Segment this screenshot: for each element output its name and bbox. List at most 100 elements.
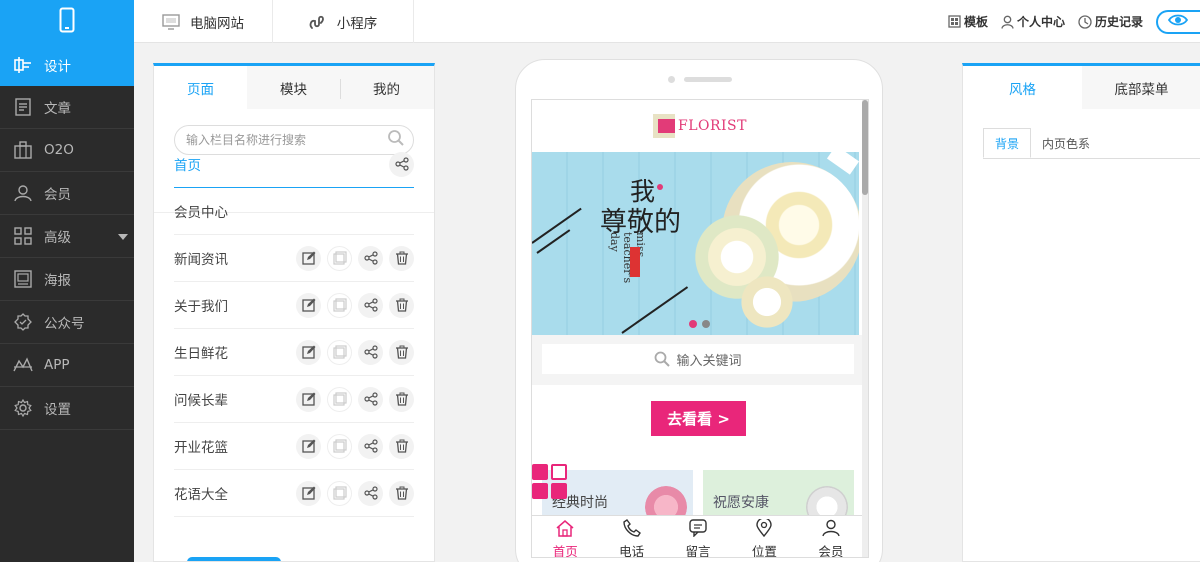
page-list-item[interactable]: 关于我们 [174, 282, 414, 329]
module-grid-icon[interactable] [532, 464, 568, 500]
phone-scrollbar[interactable] [862, 100, 868, 557]
banner-dot [657, 184, 663, 190]
sidebar-item-o2o[interactable]: O2O [0, 129, 134, 172]
copy-icon[interactable] [327, 480, 352, 506]
sidebar-item-advanced[interactable]: 高级 [0, 215, 134, 258]
tab-pages[interactable]: 页面 [154, 66, 247, 109]
slider-dot[interactable] [689, 320, 697, 328]
edit-icon[interactable] [296, 480, 321, 506]
copy-icon[interactable] [327, 292, 352, 318]
message-icon [689, 519, 707, 541]
subtab-inner-color[interactable]: 内页色系 [1031, 128, 1101, 158]
sidebar-item-settings[interactable]: 设置 [0, 387, 134, 430]
sidebar-item-label: 海报 [44, 273, 71, 289]
search-icon [654, 351, 671, 367]
sidebar-item-label: O2O [44, 142, 74, 158]
sidebar-item-label: 设计 [44, 58, 71, 75]
tab-label: 小程序 [336, 15, 378, 32]
phone-screen: FLORIST 我 尊敬的 miss teacher's day 输入关键词 去… [531, 99, 869, 558]
tab-mine[interactable]: 我的 [340, 66, 433, 109]
sidebar-item-app[interactable]: APP [0, 344, 134, 387]
edit-icon[interactable] [296, 245, 321, 271]
app-icon [13, 355, 33, 375]
add-page-button[interactable] [187, 557, 281, 561]
tabbar-label: 会员 [818, 544, 844, 558]
tabbar-member[interactable]: 会员 [798, 516, 864, 558]
page-search-input[interactable] [186, 133, 387, 147]
tabbar-message[interactable]: 留言 [665, 516, 731, 557]
slider-dot[interactable] [702, 320, 710, 328]
phone-search-strip: 输入关键词 [532, 335, 864, 385]
page-list-item[interactable]: 问候长辈 [174, 376, 414, 423]
sidebar-logo[interactable] [0, 0, 134, 43]
member-icon [13, 183, 33, 203]
page-list-item[interactable]: 首页 [174, 141, 414, 188]
page-list-item[interactable]: 会员中心 [174, 188, 414, 235]
scrollbar-thumb[interactable] [862, 100, 868, 195]
page-list-item[interactable]: 花语大全 [174, 470, 414, 517]
sidebar-item-member[interactable]: 会员 [0, 172, 134, 215]
sidebar-item-article[interactable]: 文章 [0, 86, 134, 129]
share-icon[interactable] [358, 433, 383, 459]
tab-pc-site[interactable]: 电脑网站 [134, 0, 273, 43]
share-icon[interactable] [358, 480, 383, 506]
home-icon [555, 519, 575, 541]
sidebar-item-wechat-official[interactable]: 公众号 [0, 301, 134, 344]
history-icon [1078, 14, 1092, 29]
share-icon[interactable] [389, 151, 414, 177]
page-name: 新闻资讯 [174, 252, 228, 268]
template-link[interactable]: 模板 [948, 13, 988, 30]
edit-icon[interactable] [296, 433, 321, 459]
link-label: 个人中心 [1016, 15, 1065, 29]
tabbar-location[interactable]: 位置 [731, 516, 797, 557]
share-icon[interactable] [358, 386, 383, 412]
user-center-link[interactable]: 个人中心 [1001, 13, 1065, 30]
delete-icon[interactable] [389, 245, 414, 271]
go-see-button[interactable]: 去看看 > [651, 401, 746, 436]
copy-icon[interactable] [327, 245, 352, 271]
page-list-item[interactable]: 新闻资讯 [174, 235, 414, 282]
delete-icon[interactable] [389, 480, 414, 506]
grid-cell [551, 483, 567, 499]
sidebar-item-design[interactable]: 设计 [0, 43, 134, 86]
share-icon[interactable] [358, 292, 383, 318]
page-name: 问候长辈 [174, 393, 228, 409]
tab-modules[interactable]: 模块 [247, 66, 340, 109]
copy-icon[interactable] [327, 433, 352, 459]
tab-label: 电脑网站 [190, 15, 244, 32]
category-card-wellness[interactable]: 祝愿安康 [703, 470, 854, 520]
preview-button[interactable] [1156, 9, 1200, 34]
edit-icon[interactable] [296, 339, 321, 365]
tabbar-label: 首页 [552, 544, 578, 558]
mini-program-icon [309, 13, 327, 31]
banner-decoration-line [621, 286, 689, 334]
tabbar-home[interactable]: 首页 [532, 516, 598, 558]
edit-icon[interactable] [296, 386, 321, 412]
delete-icon[interactable] [389, 292, 414, 318]
delete-icon[interactable] [389, 339, 414, 365]
share-icon[interactable] [358, 339, 383, 365]
share-icon[interactable] [358, 245, 383, 271]
banner-slider[interactable]: 我 尊敬的 miss teacher's day [532, 152, 859, 335]
sidebar-item-poster[interactable]: 海报 [0, 258, 134, 301]
copy-icon[interactable] [327, 386, 352, 412]
tab-mini-program[interactable]: 小程序 [273, 0, 414, 43]
site-logo[interactable]: FLORIST [532, 100, 868, 152]
page-list-item[interactable]: 生日鲜花 [174, 329, 414, 376]
card-label: 祝愿安康 [713, 495, 769, 511]
delete-icon[interactable] [389, 433, 414, 459]
history-link[interactable]: 历史记录 [1078, 13, 1143, 30]
page-list-item[interactable]: 开业花篮 [174, 423, 414, 470]
phone-search-placeholder: 输入关键词 [676, 353, 742, 369]
member-icon [822, 519, 840, 541]
caret-down-icon [118, 234, 128, 240]
subtab-background[interactable]: 背景 [983, 128, 1032, 158]
phone-search-box[interactable]: 输入关键词 [542, 344, 854, 374]
search-icon[interactable] [387, 129, 405, 151]
tabbar-phone[interactable]: 电话 [598, 516, 664, 557]
copy-icon[interactable] [327, 339, 352, 365]
delete-icon[interactable] [389, 386, 414, 412]
edit-icon[interactable] [296, 292, 321, 318]
tab-bottom-menu[interactable]: 底部菜单 [1082, 66, 1200, 109]
tab-style[interactable]: 风格 [963, 66, 1082, 109]
